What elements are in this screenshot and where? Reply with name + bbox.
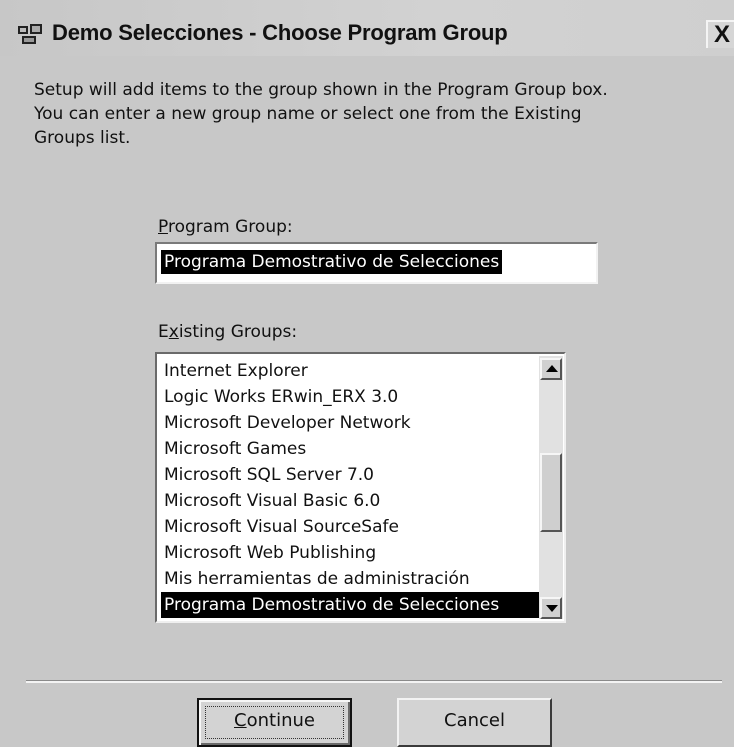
list-item[interactable]: Microsoft Developer Network	[161, 410, 539, 436]
scroll-thumb[interactable]	[540, 453, 562, 532]
vertical-scrollbar[interactable]	[539, 356, 563, 619]
close-button[interactable]: X	[706, 20, 734, 48]
title-bar[interactable]: Demo Selecciones - Choose Program Group …	[0, 0, 734, 56]
program-group-input[interactable]: Programa Demostrativo de Selecciones	[155, 242, 598, 284]
scroll-up-button[interactable]	[540, 358, 562, 380]
instructions-line: Setup will add items to the group shown …	[34, 80, 608, 100]
list-item[interactable]: Logic Works ERwin_ERX 3.0	[161, 384, 539, 410]
choose-program-group-dialog: Demo Selecciones - Choose Program Group …	[0, 0, 734, 747]
cancel-button[interactable]: Cancel	[397, 698, 552, 747]
list-item[interactable]: Internet Explorer	[161, 358, 539, 384]
continue-button[interactable]: Continue	[197, 698, 352, 747]
label-text: rogram Group:	[167, 217, 293, 237]
window-title: Demo Selecciones - Choose Program Group	[52, 20, 508, 45]
arrow-up-icon	[546, 365, 558, 372]
list-item-selected[interactable]: Programa Demostrativo de Selecciones	[161, 592, 539, 618]
arrow-down-icon	[546, 605, 558, 612]
accelerator-key: x	[168, 322, 179, 342]
label-text: isting Groups:	[178, 322, 298, 342]
list-item[interactable]: Microsoft Games	[161, 436, 539, 462]
accelerator-key: P	[158, 217, 168, 237]
existing-groups-list[interactable]: Internet Explorer Logic Works ERwin_ERX …	[155, 352, 566, 623]
label-text: E	[158, 322, 169, 342]
close-icon: X	[714, 21, 731, 48]
list-item[interactable]: Mis herramientas de administración	[161, 566, 539, 592]
program-group-label: Program Group:	[158, 216, 293, 238]
instructions-text: Setup will add items to the group shown …	[34, 78, 714, 150]
button-label: Cancel	[444, 710, 505, 731]
scroll-down-button[interactable]	[540, 597, 562, 619]
list-item[interactable]: Microsoft SQL Server 7.0	[161, 462, 539, 488]
list-item[interactable]: Microsoft Visual Basic 6.0	[161, 488, 539, 514]
list-item[interactable]: Microsoft Web Publishing	[161, 540, 539, 566]
instructions-line: You can enter a new group name or select…	[34, 104, 582, 124]
list-item[interactable]: Microsoft Visual SourceSafe	[161, 514, 539, 540]
program-group-value: Programa Demostrativo de Selecciones	[161, 250, 503, 274]
separator-line	[26, 680, 722, 683]
existing-groups-label: Existing Groups:	[158, 321, 297, 343]
list-items: Internet Explorer Logic Works ERwin_ERX …	[161, 358, 539, 618]
instructions-line: Groups list.	[34, 128, 131, 148]
focus-rectangle	[205, 706, 344, 739]
setup-program-icon	[18, 24, 42, 44]
